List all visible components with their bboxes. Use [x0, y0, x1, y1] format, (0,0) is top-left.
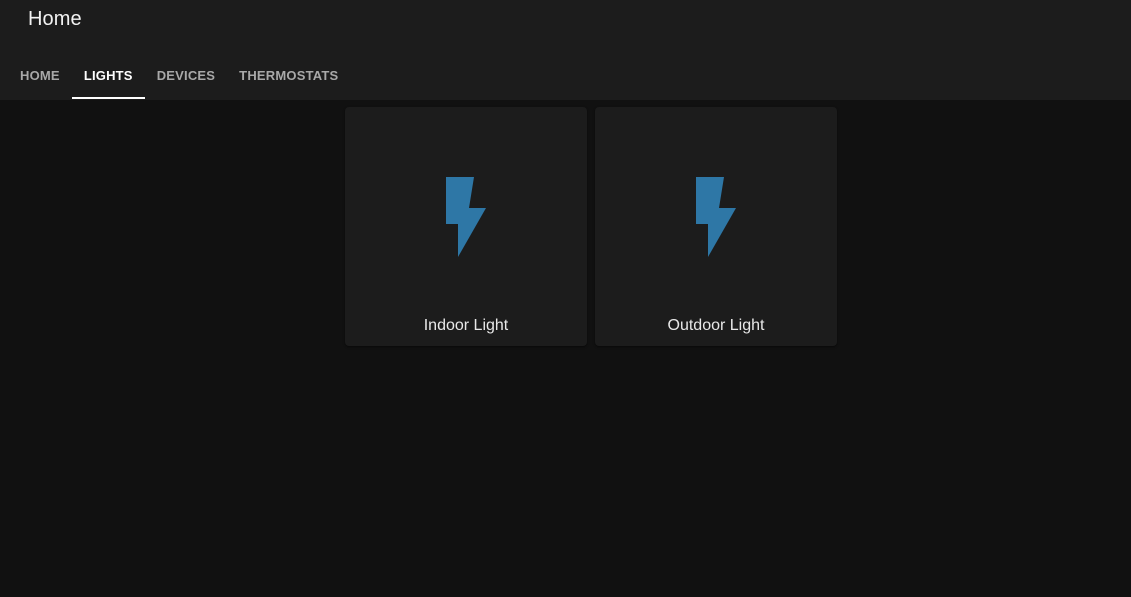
card-grid: Indoor Light Outdoor Light: [345, 107, 837, 346]
page-title: Home: [28, 8, 82, 30]
tab-lights[interactable]: LIGHTS: [71, 51, 145, 99]
tab-bar: HOME LIGHTS DEVICES THERMOSTATS: [8, 51, 350, 99]
card-label: Indoor Light: [423, 317, 509, 334]
lightning-bolt-icon: [696, 177, 736, 257]
app-header: Home HOME LIGHTS DEVICES THERMOSTATS: [0, 0, 1131, 100]
card-label: Outdoor Light: [667, 317, 765, 334]
outdoor-light-card[interactable]: Outdoor Light: [595, 107, 837, 346]
tab-devices[interactable]: DEVICES: [145, 51, 227, 99]
tab-home[interactable]: HOME: [8, 51, 72, 99]
lightning-bolt-icon: [446, 177, 486, 257]
tab-thermostats[interactable]: THERMOSTATS: [227, 51, 350, 99]
indoor-light-card[interactable]: Indoor Light: [345, 107, 587, 346]
